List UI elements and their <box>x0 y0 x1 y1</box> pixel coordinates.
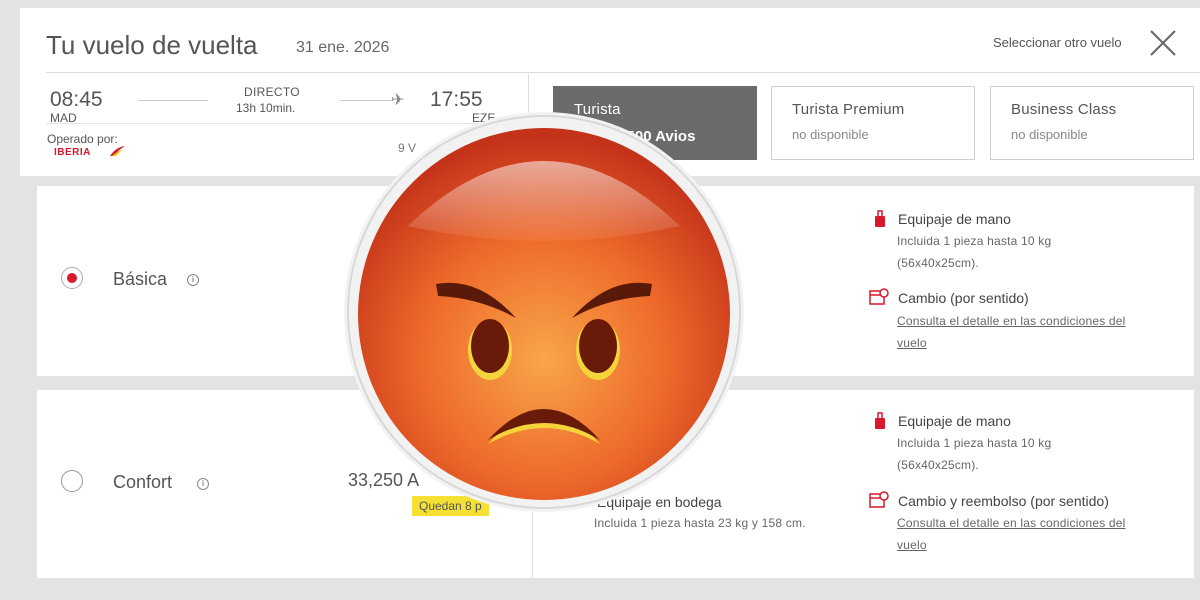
select-other-flight-link[interactable]: Seleccionar otro vuelo <box>993 35 1122 50</box>
flight-type: DIRECTO <box>244 85 300 99</box>
plan-name: Básica <box>113 269 168 289</box>
info-icon[interactable]: i <box>187 274 199 286</box>
conditions-link[interactable]: Consulta el detalle en las condiciones d… <box>897 512 1126 534</box>
carry-on-bag-icon <box>875 412 885 429</box>
feature-text: (56x40x25cm). <box>897 458 979 472</box>
feature-title: Equipaje de mano <box>898 413 1011 429</box>
info-icon[interactable]: i <box>197 478 209 490</box>
route-line <box>340 100 392 101</box>
plan-name: Confort <box>113 472 173 492</box>
feature-title: Cambio y reembolso (por sentido) <box>898 493 1109 509</box>
conditions-link[interactable]: vuelo <box>897 534 927 556</box>
fare-name: Turista Premium <box>792 101 905 118</box>
page-title: Tu vuelo de vuelta <box>46 30 258 60</box>
conditions-link[interactable]: Consulta el detalle en las condiciones d… <box>897 310 1126 332</box>
feature-title: Equipaje de mano <box>898 211 1011 227</box>
route-line <box>138 100 208 101</box>
plan-radio-basica[interactable] <box>61 267 83 289</box>
feature-text: (56x40x25cm). <box>897 256 979 270</box>
iberia-logo: IBERIA <box>54 147 91 158</box>
carry-on-bag-icon <box>875 210 885 227</box>
header-divider <box>46 72 1200 73</box>
flight-date: 31 ene. 2026 <box>296 39 390 56</box>
departure-time: 08:45 <box>50 88 103 111</box>
fare-turista-premium[interactable]: Turista Premium no disponible <box>771 86 975 160</box>
close-icon[interactable] <box>1148 28 1178 58</box>
feature-text: Incluida 1 pieza hasta 10 kg <box>897 436 1052 450</box>
fare-name: Business Class <box>1011 101 1117 118</box>
calendar-change-icon <box>869 288 889 305</box>
calendar-change-icon <box>869 491 889 508</box>
operated-by-label: Operado por: <box>47 132 118 146</box>
angry-face-emoji-icon <box>344 112 744 512</box>
fare-availability: no disponible <box>792 127 869 142</box>
fare-business-class[interactable]: Business Class no disponible <box>990 86 1194 160</box>
feature-text: Incluida 1 pieza hasta 10 kg <box>897 234 1052 248</box>
plan-radio-confort[interactable] <box>61 470 83 492</box>
conditions-link[interactable]: vuelo <box>897 332 927 354</box>
fare-availability: no disponible <box>1011 127 1088 142</box>
iberia-logo-mark-icon <box>110 146 125 156</box>
feature-title: Cambio (por sentido) <box>898 290 1029 306</box>
flight-duration: 13h 10min. <box>236 101 296 115</box>
